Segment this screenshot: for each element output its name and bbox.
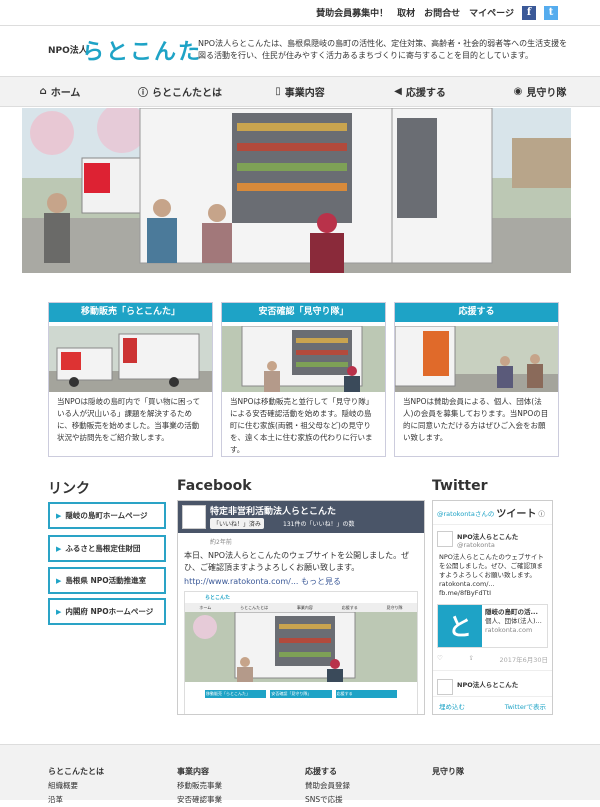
twitter-widget: @ratokontaさんの ツイート ⓘ NPO法人らとこんた @ratokon… [432, 500, 553, 715]
fb-like-count: 131件の「いいね！」の数 [283, 521, 355, 528]
embed-link[interactable]: 埋め込む [439, 701, 465, 711]
footer-col-title[interactable]: らとこんたとは [48, 767, 104, 776]
footer-col-support: 応援する 賛助会員登録 SNSで応援 [305, 765, 350, 807]
footer-col-title[interactable]: 見守り隊 [432, 767, 464, 776]
footer-col-title[interactable]: 事業内容 [177, 767, 209, 776]
card-watch[interactable]: 安否確認「見守り隊」 当NPOは移動販売と並行して「見守り隊」による安否確認活動… [221, 302, 386, 457]
top-utility-bar: 賛助会員募集中！ 取材 お問合せ マイページ f t [0, 0, 600, 26]
footer-col-about: らとこんたとは 組織概要 沿革 [48, 765, 104, 807]
info-icon[interactable]: ⓘ [538, 508, 545, 518]
footer-col-watch: 見守り隊 [432, 765, 464, 779]
fb-post-link[interactable]: http://www.ratokonta.com/... もっと見る [178, 576, 424, 591]
card-photo [395, 326, 558, 392]
avatar [437, 679, 453, 695]
card-text: 当NPOは移動販売と並行して「見守り隊」による安否確認活動を始めます。隠岐の島町… [230, 397, 374, 454]
eye-icon: ◉ [513, 86, 523, 97]
nav-support[interactable]: ◀ 応援する [360, 77, 480, 106]
tw-tweet[interactable]: NPO法人らとこんた @ratokonta [433, 525, 552, 549]
chevron-right-icon: ▶ [56, 511, 62, 520]
tw-date[interactable]: 2017年6月30日 [500, 654, 548, 664]
tw-user: NPO法人らとこんた [457, 533, 519, 541]
nav-home[interactable]: ⌂ ホーム [0, 77, 120, 106]
card-photo [49, 326, 212, 392]
card-text: 当NPOは賛助会員による、個人、団体(法人)の会員を募集しております。当NPOの… [403, 397, 549, 442]
site-header: NPO法人 らとこんた NPO法人らとこんたは、島根県隠岐の島町の活性化、定住対… [0, 26, 600, 76]
link-shimane-npo[interactable]: ▶ 島根県 NPO活動推進室 [48, 567, 166, 594]
tw-header: @ratokontaさんの ツイート ⓘ [433, 501, 552, 525]
twitter-icon[interactable]: t [544, 5, 558, 20]
coverage-link[interactable]: 取材 [397, 6, 415, 19]
megaphone-icon: ◀ [394, 86, 402, 97]
footer-link[interactable]: 賛助会員登録 [305, 781, 350, 790]
home-icon: ⌂ [39, 86, 47, 97]
card-title: 安否確認「見守り隊」 [222, 303, 385, 322]
recruit-link[interactable]: 賛助会員募集中！ [316, 6, 388, 19]
chevron-right-icon: ▶ [56, 607, 62, 616]
mini-logo: らとこんた [205, 595, 231, 601]
tw-link-card[interactable]: と 隠岐の島町の活... 個人、団体(法人)... ratokonta.com [437, 604, 548, 648]
fb-post-date: 約2年前 [210, 539, 232, 546]
facebook-heading: Facebook [177, 478, 252, 494]
phone-icon: ▯ [275, 86, 281, 97]
tw-actions: ♡ ⇪ 2017年6月30日 [433, 654, 552, 664]
link-okinoshima[interactable]: ▶ 隠岐の島町ホームページ [48, 502, 166, 529]
card-title: 移動販売「らとこんた」 [49, 303, 212, 322]
fb-like-button[interactable]: 「いいね！」済み [210, 518, 265, 529]
chevron-right-icon: ▶ [56, 576, 62, 585]
heart-icon[interactable]: ♡ [437, 654, 443, 664]
nav-watch[interactable]: ◉ 見守り隊 [480, 77, 600, 106]
fb-post-preview[interactable]: らとこんた ホーム らとこんたとは 事業内容 応援する 見守り隊 移動販売「らとこんた」… [184, 591, 418, 714]
card-title: 応援する [395, 303, 558, 322]
footer-col-title[interactable]: 応援する [305, 767, 337, 776]
links-heading: リンク [48, 481, 90, 497]
mini-cards: 移動販売「らとこんた」 安否確認「見守り隊」 応援する [185, 686, 417, 702]
card-photo [222, 326, 385, 392]
main-nav: ⌂ ホーム ⓘ らとこんたとは ▯ 事業内容 ◀ 応援する ◉ 見守り隊 [0, 76, 600, 107]
fb-page-header[interactable]: 特定非営利活動法人らとこんた 「いいね！」済み 131件の「いいね！」の数 [178, 501, 424, 533]
tw-handle: @ratokonta [457, 541, 495, 549]
chevron-right-icon: ▶ [56, 544, 62, 553]
fb-post-text: 本日、NPO法人らとこんたのウェブサイトを公開しました。ぜひ、ご確認頂ますようよ… [184, 551, 410, 572]
nav-about[interactable]: ⓘ らとこんたとは [120, 77, 240, 106]
tw-text: NPO法人らとこんたのウェブサイトを公開しました。ぜひ、ご確認頂ますようよろしく… [439, 553, 544, 597]
tw-handle-line[interactable]: @ratokontaさんの [437, 508, 494, 518]
hero-photo [22, 108, 571, 273]
tw-tweets-label: ツイート [496, 509, 537, 520]
feature-cards: 移動販売「らとこんた」 当NPOは隠岐の島町内で「買い物に困っている人が沢山いる… [48, 302, 559, 457]
logo-name[interactable]: らとこんた [82, 34, 202, 66]
view-on-twitter-link[interactable]: Twitterで表示 [505, 701, 546, 711]
footer-link[interactable]: 組織概要 [48, 781, 78, 790]
share-icon[interactable]: ⇪ [468, 654, 473, 664]
twitter-heading: Twitter [432, 478, 488, 494]
info-icon: ⓘ [138, 88, 148, 99]
link-cabinet-npo[interactable]: ▶ 内閣府 NPOホームページ [48, 598, 166, 625]
site-footer: らとこんたとは 組織概要 沿革 事業内容 移動販売事業 安否確認事業 応援する … [0, 744, 600, 804]
contact-link[interactable]: お問合せ [424, 6, 460, 19]
mini-nav: ホーム らとこんたとは 事業内容 応援する 見守り隊 [185, 603, 417, 612]
footer-col-business: 事業内容 移動販売事業 安否確認事業 [177, 765, 222, 807]
footer-link[interactable]: 移動販売事業 [177, 781, 222, 790]
link-furusato[interactable]: ▶ ふるさと島根定住財団 [48, 535, 166, 562]
card-mobile-sales[interactable]: 移動販売「らとこんた」 当NPOは隠岐の島町内で「買い物に困っている人が沢山いる… [48, 302, 213, 457]
tw-footer: 埋め込む Twitterで表示 [433, 696, 552, 714]
card-support[interactable]: 応援する 当NPOは賛助会員による、個人、団体(法人)の会員を募集しております。… [394, 302, 559, 457]
page-avatar [182, 505, 206, 529]
card-logo: と [438, 605, 482, 647]
facebook-icon[interactable]: f [522, 5, 536, 20]
nav-business[interactable]: ▯ 事業内容 [240, 77, 360, 106]
facebook-widget: 特定非営利活動法人らとこんた 「いいね！」済み 131件の「いいね！」の数 約2… [177, 500, 425, 715]
mypage-link[interactable]: マイページ [469, 6, 514, 19]
site-intro: NPO法人らとこんたは、島根県隠岐の島町の活性化、定住対策、高齢者・社会的弱者等… [198, 39, 568, 60]
avatar [437, 531, 453, 547]
card-text: 当NPOは隠岐の島町内で「買い物に困っている人が沢山いる」課題を解決するために、… [57, 397, 201, 442]
tw-tweet-2[interactable]: NPO法人らとこんた [433, 670, 552, 695]
fb-page-name: 特定非営利活動法人らとこんた [210, 507, 337, 517]
mini-hero [185, 611, 417, 682]
